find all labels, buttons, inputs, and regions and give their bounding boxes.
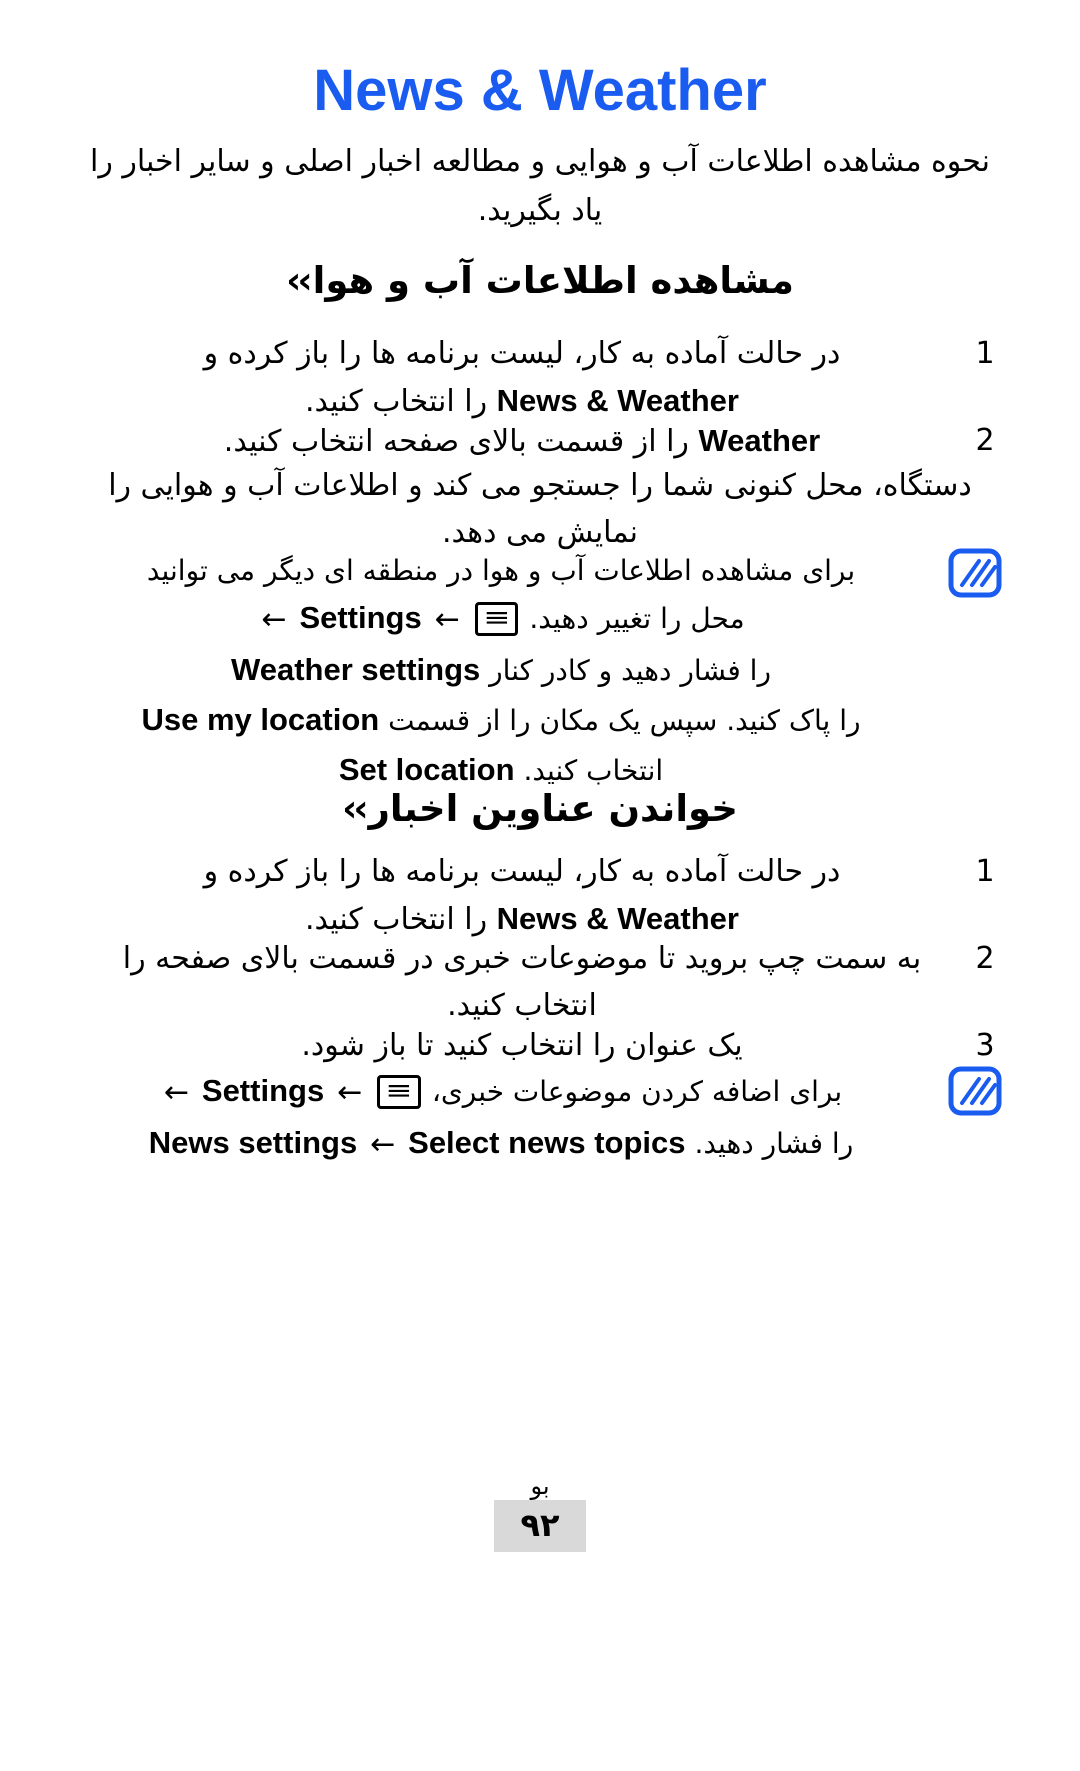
menu-key-glyph: ≡ [385,1076,413,1106]
note-line-1: برای اضافه کردن موضوعات خبری، [431,1075,843,1108]
note-icon [948,548,1002,598]
step-news-2: 2 به سمت چپ بروید تا موضوعات خبری در قسم… [78,935,1002,1030]
note-weather: برای مشاهده اطلاعات آب و هوا در منطقه ای… [78,548,1002,796]
step-news-3: 3 یک عنوان را انتخاب کنید تا باز شود. [78,1022,1002,1069]
section-heading-news: خواندن عناوین اخبار›› [78,786,1002,832]
step-text-line2: را انتخاب کنید. [305,902,488,938]
section-heading-text: خواندن عناوین اخبار [368,787,738,830]
arrow-icon: ← [261,602,287,638]
step-number: 3 [975,1028,995,1063]
menu-item-settings: Settings [299,600,422,636]
step-text-line1: یک عنوان را انتخاب کنید تا باز شود. [301,1028,743,1063]
note-icon [948,1066,1002,1116]
menu-item-weather-settings: Weather settings [231,651,481,687]
page-title: News & Weather [313,58,767,123]
note-line-5: انتخاب کنید. [523,754,664,788]
weather-description-paragraph: دستگاه، محل کنونی شما را جستجو می کند و … [108,468,972,551]
manual-page: News & Weather نحوه مشاهده اطلاعات آب و … [0,0,1080,1771]
page-number-badge: ۹۲ [494,1500,586,1552]
menu-key-icon: ≡ [474,602,519,637]
footer-page-number-wrap: ۹۲ [0,1500,1080,1552]
option-use-my-location: Use my location [141,702,380,738]
note-line-1: برای مشاهده اطلاعات آب و هوا در منطقه ای… [146,554,856,587]
step-body: به سمت چپ بروید تا موضوعات خبری در قسمت … [78,935,966,1030]
arrow-icon: ← [163,1075,189,1110]
note-body: برای اضافه کردن موضوعات خبری، ≡ ← Settin… [78,1066,924,1169]
section-heading-weather: مشاهده اطلاعات آب و هوا›› [78,258,1002,304]
step-text-line1: به سمت چپ بروید تا موضوعات خبری در قسمت … [122,941,922,976]
note-line-2: محل را تغییر دهید. [529,602,745,636]
tab-name-weather: Weather [698,423,821,458]
chevron-right-icon: ›› [342,787,368,830]
step-number: 2 [975,423,995,458]
step-text-line1: در حالت آماده به کار، لیست برنامه ها را … [203,854,841,889]
note-news: برای اضافه کردن موضوعات خبری، ≡ ← Settin… [78,1066,1002,1169]
chevron-right-icon: ›› [286,259,312,302]
arrow-icon: ← [337,1075,363,1110]
note-line-4: را پاک کنید. سپس یک مکان را از قسمت [388,704,861,738]
step-text-line1: در حالت آماده به کار، لیست برنامه ها را … [203,336,841,371]
intro-paragraph: نحوه مشاهده اطلاعات آب و هوایی و مطالعه … [90,144,990,228]
step-number: 1 [975,854,995,889]
step-body: در حالت آماده به کار، لیست برنامه ها را … [78,848,966,944]
section-heading-text: مشاهده اطلاعات آب و هوا [312,259,794,302]
note-line-3: را فشار دهید و کادر کنار [489,653,771,687]
menu-item-news-settings: News settings [148,1124,358,1160]
step-number: 1 [975,336,995,371]
note-body: برای مشاهده اطلاعات آب و هوا در منطقه ای… [78,548,924,796]
step-news-1: 1 در حالت آماده به کار، لیست برنامه ها ر… [78,848,1002,944]
note-line-2: را فشار دهید. [694,1126,854,1160]
menu-item-select-news-topics: Select news topics [408,1124,686,1160]
step-weather-1: 1 در حالت آماده به کار، لیست برنامه ها ر… [78,330,1002,426]
step-text: را از قسمت بالای صفحه انتخاب کنید. [223,424,689,459]
footer-label: بو [530,1472,550,1500]
step-body: Weather را از قسمت بالای صفحه انتخاب کنی… [78,417,966,466]
step-text-line2: را انتخاب کنید. [305,384,488,420]
step-body: یک عنوان را انتخاب کنید تا باز شود. [78,1022,966,1069]
step-body: در حالت آماده به کار، لیست برنامه ها را … [78,330,966,426]
arrow-icon: ← [370,1126,396,1162]
step-text-line2: انتخاب کنید. [447,988,597,1024]
step-number: 2 [975,941,995,976]
menu-item-settings: Settings [201,1073,325,1108]
arrow-icon: ← [434,602,460,638]
menu-key-glyph: ≡ [482,603,511,634]
step-weather-2: 2 Weather را از قسمت بالای صفحه انتخاب ک… [78,417,1002,466]
menu-key-icon: ≡ [377,1075,421,1109]
